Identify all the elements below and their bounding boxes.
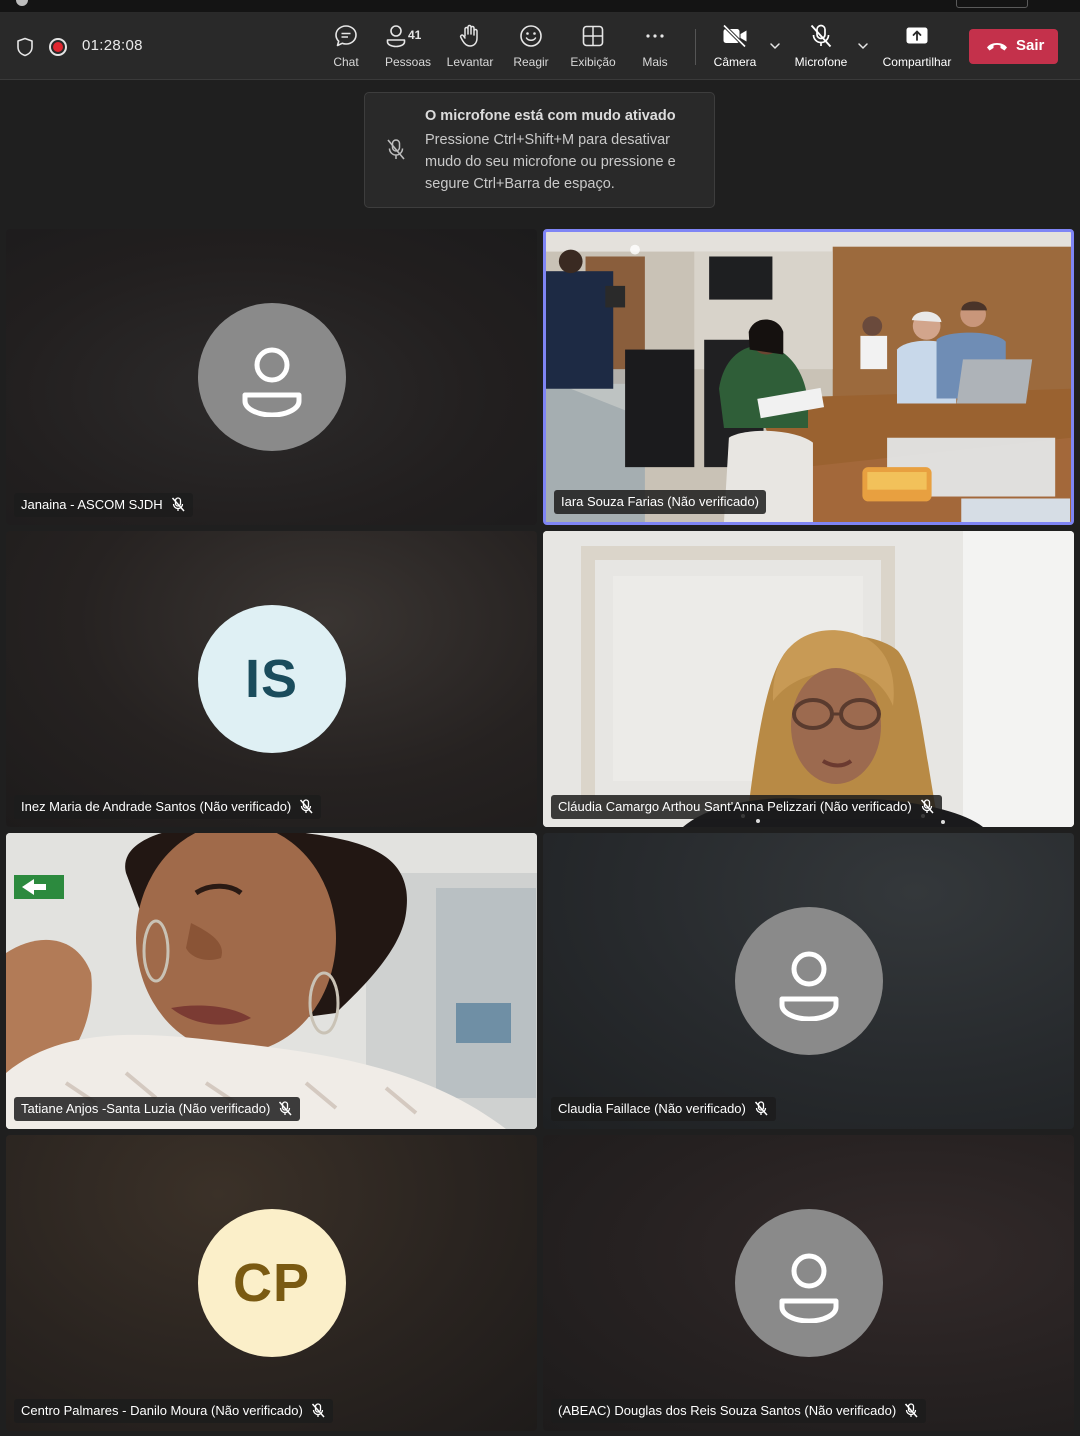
more-button[interactable]: Mais — [636, 23, 674, 75]
more-icon — [646, 34, 664, 38]
participant-name: Tatiane Anjos -Santa Luzia (Não verifica… — [21, 1101, 271, 1116]
microphone-options-chevron-icon[interactable] — [856, 39, 870, 53]
avatar: CP — [197, 1209, 346, 1357]
mic-muted-icon — [920, 799, 934, 814]
mic-muted-icon — [171, 497, 185, 512]
mic-muted-icon — [311, 1403, 325, 1418]
recording-icon — [49, 38, 67, 56]
person-icon — [235, 337, 309, 417]
participant-name: Cláudia Camargo Arthou Sant'Anna Pelizza… — [558, 799, 912, 814]
toolbar-divider — [695, 29, 696, 65]
participant-name-tag: (ABEAC) Douglas dos Reis Souza Santos (N… — [551, 1399, 927, 1423]
view-label: Exibição — [570, 55, 616, 69]
people-count: 41 — [408, 28, 422, 42]
person-icon — [772, 1243, 846, 1323]
participant-video — [546, 232, 1071, 522]
title-bar — [0, 0, 1080, 13]
hand-icon — [459, 24, 478, 47]
avatar — [734, 907, 883, 1055]
participant-tile[interactable]: IS Inez Maria de Andrade Santos (Não ver… — [6, 531, 537, 827]
participant-name-tag: Inez Maria de Andrade Santos (Não verifi… — [14, 795, 322, 819]
participant-name-tag: Centro Palmares - Danilo Moura (Não veri… — [14, 1399, 333, 1423]
share-label: Compartilhar — [882, 55, 952, 69]
share-icon — [906, 27, 928, 44]
share-button[interactable]: Compartilhar — [879, 23, 955, 75]
participant-tile[interactable]: CP Centro Palmares - Danilo Moura (Não v… — [6, 1135, 537, 1431]
participant-name-tag: Cláudia Camargo Arthou Sant'Anna Pelizza… — [551, 795, 942, 819]
leave-label: Sair — [1016, 37, 1045, 54]
mic-muted-icon — [904, 1403, 918, 1418]
camera-off-icon — [722, 24, 747, 48]
people-label: Pessoas — [384, 55, 432, 69]
participant-name-tag: Janaina - ASCOM SJDH — [14, 493, 193, 517]
avatar — [197, 303, 346, 451]
mute-notification: O microfone está com mudo ativado Pressi… — [364, 92, 715, 208]
participant-video — [543, 531, 1074, 827]
participant-name-tag: Iara Souza Farias (Não verificado) — [554, 490, 766, 514]
participant-name-tag: Claudia Faillace (Não verificado) — [551, 1097, 776, 1121]
mic-off-icon — [387, 139, 405, 160]
notification-body: Pressione Ctrl+Shift+M para desativar mu… — [425, 132, 676, 192]
participant-name: Centro Palmares - Danilo Moura (Não veri… — [21, 1403, 303, 1418]
participant-tile[interactable]: Iara Souza Farias (Não verificado) — [543, 229, 1074, 525]
mic-off-icon — [810, 24, 832, 48]
people-button[interactable]: 41 Pessoas — [381, 23, 435, 75]
view-button[interactable]: Exibição — [567, 23, 619, 75]
participant-name: Claudia Faillace (Não verificado) — [558, 1101, 746, 1116]
camera-label: Câmera — [713, 55, 757, 69]
avatar: IS — [197, 605, 346, 753]
meeting-toolbar: 01:28:08 Chat 41 Pessoas Levantar Reagir — [0, 13, 1080, 80]
shield-icon[interactable] — [16, 37, 34, 57]
participant-tile[interactable]: Tatiane Anjos -Santa Luzia (Não verifica… — [6, 833, 537, 1129]
participant-tile[interactable]: Janaina - ASCOM SJDH — [6, 229, 537, 525]
chat-icon — [335, 25, 357, 47]
chat-label: Chat — [333, 55, 359, 69]
mic-muted-icon — [279, 1101, 293, 1116]
hang-up-icon — [987, 43, 1007, 51]
participant-tile[interactable]: Cláudia Camargo Arthou Sant'Anna Pelizza… — [543, 531, 1074, 827]
react-button[interactable]: Reagir — [510, 23, 552, 75]
participant-name: (ABEAC) Douglas dos Reis Souza Santos (N… — [558, 1403, 897, 1418]
window-button[interactable] — [956, 0, 1028, 8]
person-icon — [772, 941, 846, 1021]
participant-tile[interactable]: (ABEAC) Douglas dos Reis Souza Santos (N… — [543, 1135, 1074, 1431]
microphone-label: Microfone — [794, 55, 848, 69]
avatar — [734, 1209, 883, 1357]
mic-muted-icon — [754, 1101, 768, 1116]
participant-name-tag: Tatiane Anjos -Santa Luzia (Não verifica… — [14, 1097, 301, 1121]
leave-button[interactable]: Sair — [969, 29, 1058, 64]
chat-button[interactable]: Chat — [326, 23, 366, 75]
camera-button[interactable]: Câmera — [711, 23, 759, 75]
raise-hand-label: Levantar — [446, 55, 494, 69]
microphone-button[interactable]: Microfone — [790, 23, 852, 75]
participant-video — [6, 833, 537, 1129]
more-label: Mais — [642, 55, 668, 69]
mic-muted-icon — [300, 799, 314, 814]
react-label: Reagir — [513, 55, 549, 69]
participant-name: Iara Souza Farias (Não verificado) — [561, 494, 759, 509]
camera-options-chevron-icon[interactable] — [768, 39, 782, 53]
notification-title: O microfone está com mudo ativado — [425, 108, 676, 124]
app-icon — [16, 0, 28, 6]
participant-name: Janaina - ASCOM SJDH — [21, 497, 163, 512]
participant-name: Inez Maria de Andrade Santos (Não verifi… — [21, 799, 292, 814]
grid-view-icon — [582, 25, 604, 47]
meeting-timer: 01:28:08 — [82, 37, 143, 54]
smiley-icon — [520, 25, 542, 47]
participant-tile[interactable]: Claudia Faillace (Não verificado) — [543, 833, 1074, 1129]
raise-hand-button[interactable]: Levantar — [445, 23, 495, 75]
